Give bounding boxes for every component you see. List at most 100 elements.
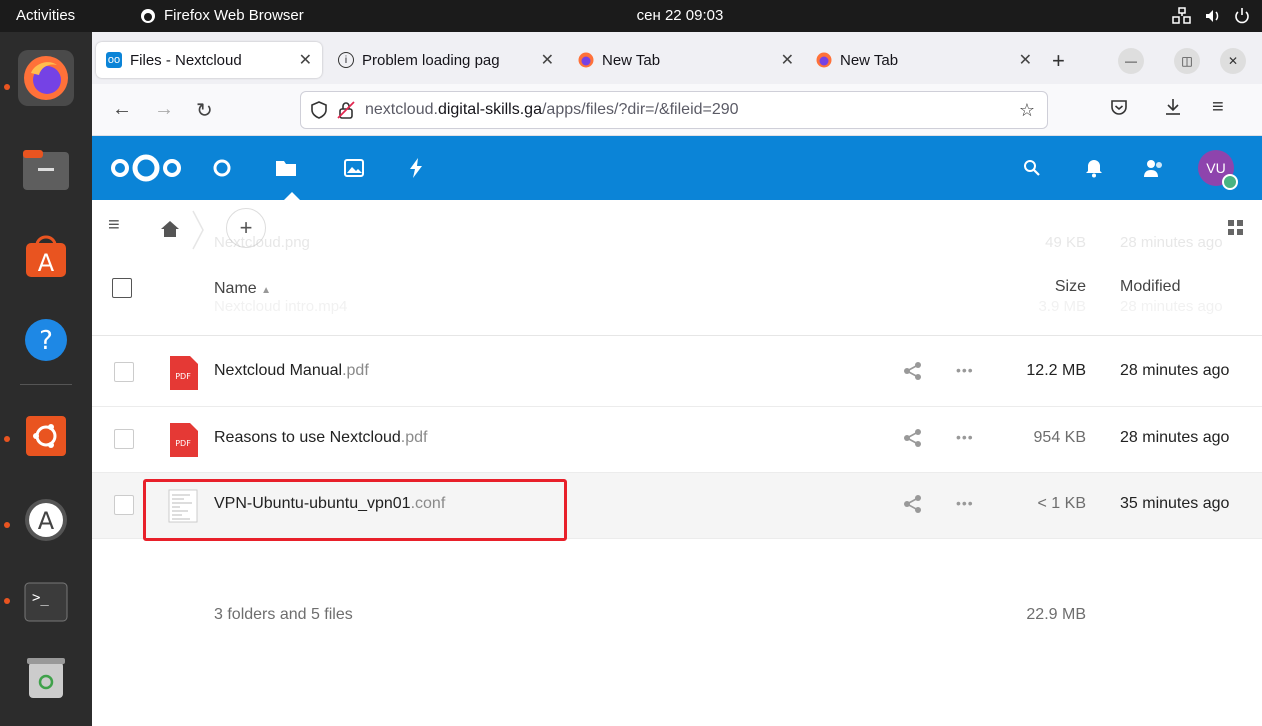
column-modified-header[interactable]: Modified: [1120, 278, 1180, 296]
more-actions-icon[interactable]: •••: [956, 429, 974, 445]
column-name-header[interactable]: Name ▲: [214, 280, 271, 298]
firefox-small-icon: [141, 9, 155, 23]
row-checkbox[interactable]: [114, 362, 134, 382]
svg-text:A: A: [38, 249, 55, 277]
running-indicator: [4, 84, 10, 90]
notifications-bell-icon[interactable]: [1082, 156, 1106, 180]
firefox-favicon: [816, 52, 832, 68]
contacts-icon[interactable]: [1142, 156, 1166, 180]
close-tab-icon[interactable]: ✕: [1019, 50, 1032, 70]
dock-help[interactable]: ?: [18, 312, 74, 368]
dock-ubuntu[interactable]: [18, 408, 74, 464]
photos-app-icon[interactable]: [342, 156, 366, 180]
new-tab-button[interactable]: +: [1052, 48, 1065, 74]
dock-software[interactable]: A: [18, 228, 74, 284]
dock-firefox[interactable]: [18, 50, 74, 106]
tab-problem-loading[interactable]: i Problem loading pag ✕: [328, 42, 564, 78]
svg-text:?: ?: [39, 326, 53, 356]
url-bar[interactable]: nextcloud. digital-skills.ga/apps/files/?…: [300, 91, 1048, 129]
activity-app-icon[interactable]: [404, 156, 428, 180]
pocket-icon[interactable]: [1110, 98, 1128, 116]
forward-button[interactable]: →: [154, 98, 174, 121]
user-avatar[interactable]: VU: [1198, 150, 1238, 190]
tab-strip: oo Files - Nextcloud ✕ i Problem loading…: [92, 32, 1262, 84]
hamburger-menu-icon[interactable]: ≡: [1212, 96, 1224, 119]
firefox-favicon: [578, 52, 594, 68]
tab-files-nextcloud[interactable]: oo Files - Nextcloud ✕: [96, 42, 322, 78]
running-indicator: [4, 436, 10, 442]
close-tab-icon[interactable]: ✕: [541, 50, 554, 70]
nextcloud-logo[interactable]: [110, 154, 182, 182]
share-icon[interactable]: [902, 493, 924, 515]
power-icon: [1235, 8, 1249, 24]
minimize-button[interactable]: —: [1118, 48, 1144, 74]
file-name[interactable]: Nextcloud Manual.pdf: [214, 362, 369, 380]
system-top-bar: Activities Firefox Web Browser сен 22 09…: [0, 0, 1262, 32]
svg-text:A: A: [38, 507, 55, 535]
file-size: 12.2 MB: [1026, 362, 1086, 379]
file-row[interactable]: PDF Reasons to use Nextcloud.pdf ••• 954…: [92, 406, 1262, 472]
app-menu[interactable]: Firefox Web Browser: [140, 0, 304, 32]
url-domain: digital-skills.ga: [437, 101, 542, 118]
bookmark-star-icon[interactable]: ☆: [1019, 100, 1035, 121]
files-icon: [23, 150, 69, 190]
close-tab-icon[interactable]: ✕: [299, 50, 312, 70]
ubuntu-icon: [26, 416, 66, 456]
network-icon: [1172, 7, 1191, 24]
url-host-prefix: nextcloud.: [365, 101, 438, 118]
dock-updater[interactable]: A: [18, 492, 74, 548]
firefox-icon: [24, 56, 68, 100]
row-checkbox[interactable]: [114, 495, 134, 515]
nextcloud-header: VU: [92, 136, 1262, 200]
close-window-button[interactable]: ✕: [1220, 48, 1246, 74]
downloads-icon[interactable]: [1164, 98, 1182, 116]
navigation-toolbar: ← → ↻ nextcloud. digital-skills.ga/apps/f…: [92, 84, 1262, 136]
dock: A ? A >_: [0, 32, 92, 726]
file-modified: 28 minutes ago: [1120, 362, 1230, 379]
clock[interactable]: сен 22 09:03: [590, 0, 770, 32]
online-status-badge: [1222, 174, 1238, 190]
volume-icon: [1206, 10, 1219, 22]
running-indicator: [4, 522, 10, 528]
share-icon[interactable]: [902, 427, 924, 449]
search-icon[interactable]: [1020, 156, 1044, 180]
maximize-button[interactable]: ◫: [1174, 48, 1200, 74]
scrolled-file-name: Nextcloud.png: [214, 234, 310, 251]
files-app-icon[interactable]: [274, 156, 298, 180]
column-size-header[interactable]: Size: [992, 278, 1086, 296]
svg-text:PDF: PDF: [175, 372, 191, 381]
file-size: 954 KB: [1033, 429, 1086, 446]
tab-label: Problem loading pag: [362, 51, 500, 69]
system-tray[interactable]: [1172, 0, 1250, 32]
file-row[interactable]: PDF Nextcloud Manual.pdf ••• 12.2 MB 28 …: [92, 340, 1262, 406]
file-name[interactable]: Reasons to use Nextcloud.pdf: [214, 429, 427, 447]
svg-text:>_: >_: [32, 590, 49, 606]
pdf-file-icon: PDF: [170, 356, 198, 390]
row-checkbox[interactable]: [114, 429, 134, 449]
file-modified: 35 minutes ago: [1120, 495, 1230, 512]
select-all-checkbox[interactable]: [112, 278, 132, 298]
insecure-lock-icon: [337, 101, 355, 119]
tab-new-tab-1[interactable]: New Tab ✕: [568, 42, 804, 78]
tab-new-tab-2[interactable]: New Tab ✕: [806, 42, 1042, 78]
tab-label: Files - Nextcloud: [130, 51, 242, 69]
tab-label: New Tab: [602, 51, 661, 69]
more-actions-icon[interactable]: •••: [956, 362, 974, 378]
more-actions-icon[interactable]: •••: [956, 495, 974, 511]
dock-files[interactable]: [18, 142, 74, 198]
reload-button[interactable]: ↻: [196, 98, 213, 123]
help-icon: ?: [25, 319, 67, 361]
share-icon[interactable]: [902, 360, 924, 382]
back-button[interactable]: ←: [112, 98, 132, 121]
app-menu-label: Firefox Web Browser: [164, 7, 304, 24]
dock-terminal[interactable]: >_: [18, 574, 74, 630]
activities-button[interactable]: Activities: [0, 0, 120, 32]
dock-trash[interactable]: [18, 650, 74, 706]
nextcloud-favicon: oo: [106, 52, 122, 68]
close-tab-icon[interactable]: ✕: [781, 50, 794, 70]
file-modified: 28 minutes ago: [1120, 429, 1230, 446]
svg-text:PDF: PDF: [175, 439, 191, 448]
highlight-box: [143, 479, 567, 541]
dashboard-app-icon[interactable]: [210, 156, 234, 180]
file-list-header: Name ▲ Size Modified: [92, 256, 1262, 316]
